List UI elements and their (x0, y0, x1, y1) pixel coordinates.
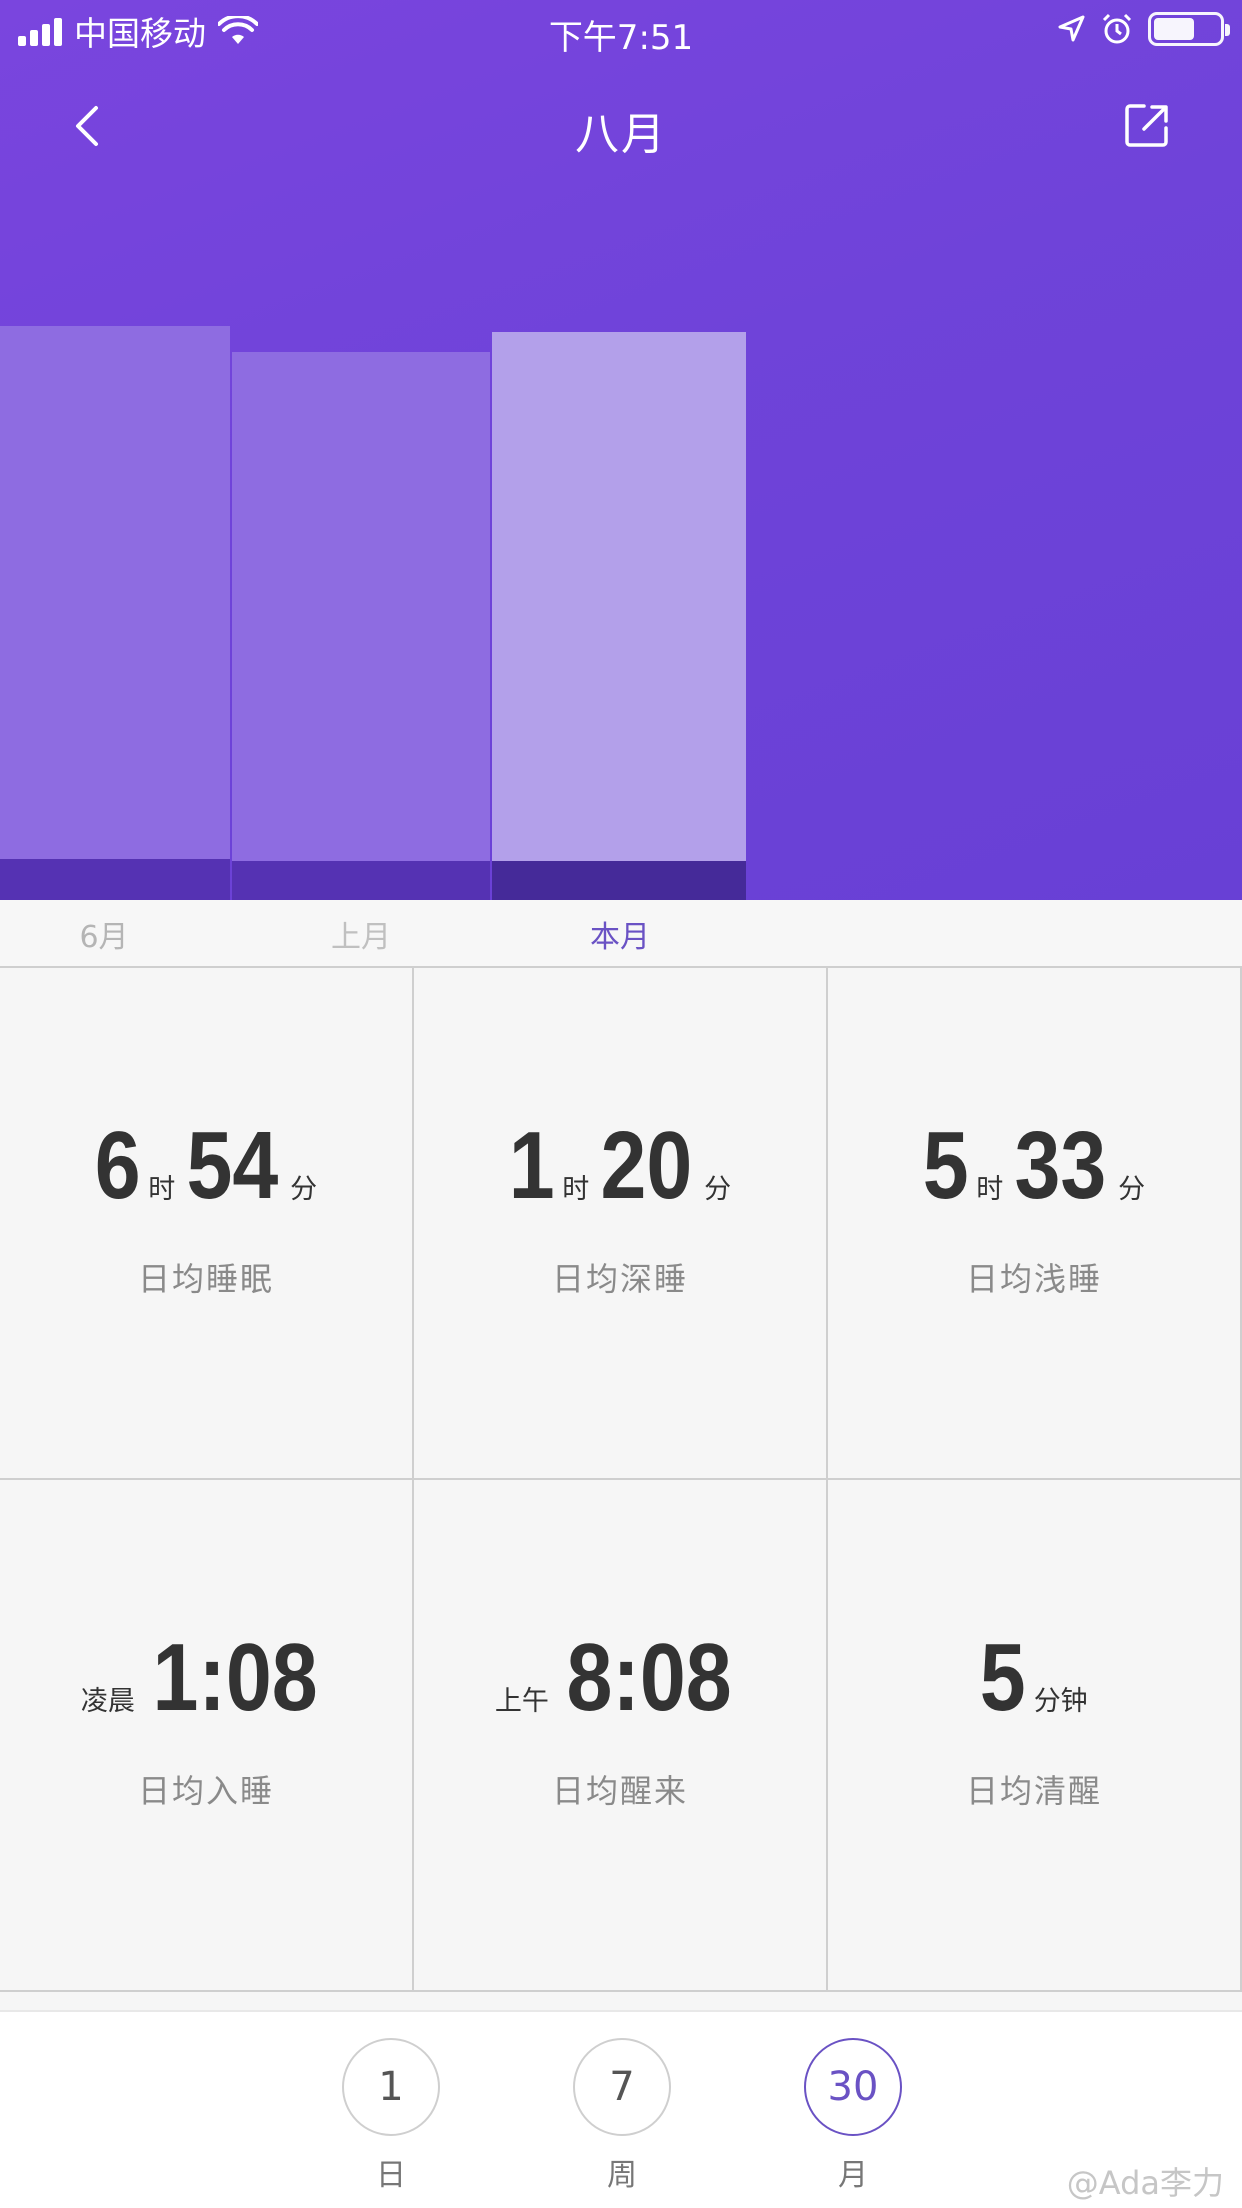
stat-avg-deep-sleep: 1 时 20 分 日均深睡 (414, 968, 828, 1480)
stat-label: 日均浅睡 (965, 1260, 1102, 1298)
stat-avg-bedtime: 凌晨 1:08 日均入睡 (0, 1480, 414, 1992)
month-axis: 6月 上月 本月 (0, 900, 1242, 968)
alarm-icon (1102, 13, 1132, 44)
stat-label: 日均深睡 (551, 1260, 688, 1298)
axis-label-this-month[interactable]: 本月 (500, 912, 740, 956)
bar-light-sleep-segment (232, 352, 490, 861)
stat-label: 日均入睡 (137, 1772, 274, 1810)
stat-avg-awake: 5 分钟 日均清醒 (828, 1480, 1242, 1992)
range-week-button[interactable]: 7 (573, 2038, 671, 2136)
range-month-button[interactable]: 30 (804, 2038, 902, 2136)
axis-label-last-month[interactable]: 上月 (241, 912, 481, 956)
nav-bar: 八月 (0, 90, 1242, 160)
range-day-button[interactable]: 1 (342, 2038, 440, 2136)
bar-this-month[interactable] (492, 332, 746, 900)
stats-grid: 6 时 54 分 日均睡眠 1 时 20 分 日均深睡 5 时 33 分 日均浅… (0, 968, 1242, 1992)
range-selector: 1 日 7 周 30 月 (0, 2010, 1242, 2208)
bar-light-sleep-segment (0, 326, 230, 859)
watermark: @Ada李力 (1066, 2164, 1224, 2202)
stat-label: 日均清醒 (965, 1772, 1102, 1810)
share-icon[interactable] (1122, 100, 1172, 150)
range-day-caption: 日 (376, 2158, 406, 2193)
range-month-caption: 月 (838, 2158, 868, 2193)
bar-deep-sleep-segment (0, 859, 230, 900)
chart-header: 中国移动 下午7:51 八月 (0, 0, 1242, 900)
axis-label-june[interactable]: 6月 (0, 912, 224, 956)
stat-label: 日均醒来 (551, 1772, 688, 1810)
bar-last-month[interactable] (232, 352, 490, 900)
bar-june[interactable] (0, 326, 230, 900)
range-week-caption: 周 (607, 2158, 637, 2193)
battery-icon (1148, 12, 1230, 46)
status-bar: 中国移动 下午7:51 (0, 0, 1242, 62)
stat-avg-light-sleep: 5 时 33 分 日均浅睡 (828, 968, 1242, 1480)
stat-label: 日均睡眠 (137, 1260, 274, 1298)
stat-avg-sleep: 6 时 54 分 日均睡眠 (0, 968, 414, 1480)
location-arrow-icon (1058, 15, 1085, 42)
stat-avg-wake-time: 上午 8:08 日均醒来 (414, 1480, 828, 1992)
bar-light-sleep-segment (492, 332, 746, 861)
page-title: 八月 (575, 109, 667, 160)
bar-deep-sleep-segment (492, 861, 746, 900)
screen: 中国移动 下午7:51 八月 6月 上月 本月 6 时 54 分 日均睡眠 1 … (0, 0, 1242, 2208)
bar-deep-sleep-segment (232, 861, 490, 900)
